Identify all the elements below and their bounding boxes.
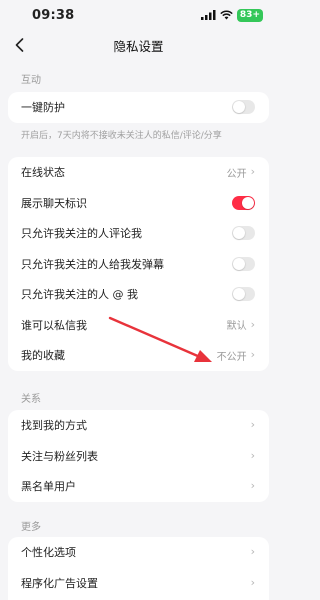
my-favorites-value: 不公开: [216, 351, 247, 363]
card-more: 个性化选项 › 程序化广告设置 ›: [8, 537, 269, 600]
chevron-left-icon: [15, 38, 23, 52]
section-label-relations: 关系: [21, 394, 41, 405]
chat-badge-toggle[interactable]: [232, 195, 255, 210]
row-label: 一键防护: [21, 101, 65, 115]
protect-hint: 开启后，7天内将不接收未关注人的私信/评论/分享: [21, 131, 222, 141]
who-can-dm-value: 默认: [226, 321, 247, 333]
row-follow-fans-list[interactable]: 关注与粉丝列表 ›: [8, 441, 269, 472]
chevron-right-icon: ›: [250, 418, 255, 432]
chevron-right-icon: ›: [250, 545, 255, 559]
row-chat-badge[interactable]: 展示聊天标识: [8, 188, 269, 219]
row-label: 黑名单用户: [21, 480, 76, 494]
row-only-followed-comment[interactable]: 只允许我关注的人评论我: [8, 218, 269, 249]
row-label: 在线状态: [21, 166, 65, 180]
section-label-more: 更多: [21, 522, 41, 533]
only-followed-at-toggle[interactable]: [232, 287, 255, 302]
row-online-status[interactable]: 在线状态 公开 ›: [8, 157, 269, 188]
row-label: 只允许我关注的人评论我: [21, 227, 142, 241]
chevron-right-icon: ›: [250, 575, 255, 589]
page-title: 隐私设置: [113, 38, 164, 54]
section-label-interaction: 互动: [21, 75, 41, 86]
card-relations: 找到我的方式 › 关注与粉丝列表 › 黑名单用户 ›: [8, 410, 269, 502]
battery-indicator: 83+: [236, 8, 263, 22]
row-label: 只允许我关注的人 @ 我: [21, 288, 138, 302]
row-personalization[interactable]: 个性化选项 ›: [8, 537, 269, 568]
nav-bar: 隐私设置: [0, 30, 277, 60]
row-label: 展示聊天标识: [21, 196, 87, 210]
status-time: 09:38: [32, 7, 75, 23]
wifi-icon: [220, 10, 233, 20]
row-only-followed-danmaku[interactable]: 只允许我关注的人给我发弹幕: [8, 249, 269, 280]
chevron-right-icon: ›: [250, 448, 255, 462]
row-label: 程序化广告设置: [21, 576, 98, 590]
status-icons: 83+: [200, 8, 263, 22]
row-programmatic-ads[interactable]: 程序化广告设置 ›: [8, 568, 269, 599]
card-interaction: 一键防护: [8, 92, 269, 123]
row-label: 找到我的方式: [21, 419, 87, 433]
row-who-can-dm[interactable]: 谁可以私信我 默认 ›: [8, 310, 269, 341]
only-followed-danmaku-toggle[interactable]: [232, 256, 255, 271]
only-followed-comment-toggle[interactable]: [232, 226, 255, 241]
row-find-me[interactable]: 找到我的方式 ›: [8, 410, 269, 441]
row-label: 我的收藏: [21, 349, 65, 363]
chevron-right-icon: ›: [250, 479, 255, 493]
one-key-protect-toggle[interactable]: [232, 100, 255, 115]
status-bar: 09:38 83+: [0, 0, 277, 30]
card-privacy: 在线状态 公开 › 展示聊天标识 只允许我关注的人评论我 只允许我关注的人给我发弹…: [8, 157, 269, 371]
row-label: 个性化选项: [21, 546, 76, 560]
chevron-right-icon: ›: [250, 165, 255, 179]
chevron-right-icon: ›: [250, 317, 255, 331]
row-label: 只允许我关注的人给我发弹幕: [21, 257, 164, 271]
chevron-right-icon: ›: [250, 348, 255, 362]
row-my-favorites[interactable]: 我的收藏 不公开 ›: [8, 340, 269, 371]
row-label: 关注与粉丝列表: [21, 449, 98, 463]
row-blacklist[interactable]: 黑名单用户 ›: [8, 471, 269, 502]
row-label: 谁可以私信我: [21, 318, 87, 332]
row-one-key-protect[interactable]: 一键防护: [8, 92, 269, 123]
signal-icon: [200, 10, 216, 20]
row-only-followed-at[interactable]: 只允许我关注的人 @ 我: [8, 279, 269, 310]
online-status-value: 公开: [226, 168, 247, 180]
back-button[interactable]: [10, 36, 28, 54]
